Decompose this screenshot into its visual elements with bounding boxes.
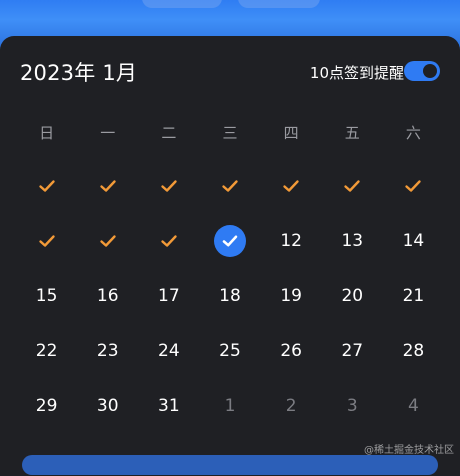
day-cell[interactable]: 20 (322, 268, 383, 323)
weekday-header: 日 一 二 三 四 五 六 (16, 122, 444, 142)
day-number: 29 (35, 395, 58, 416)
day-cell-checked[interactable] (16, 158, 77, 213)
day-number: 31 (158, 395, 180, 416)
day-cell[interactable]: 29 (16, 378, 77, 433)
reminder-toggle[interactable] (404, 61, 440, 81)
day-cell-checked[interactable] (16, 213, 77, 268)
day-cell-checked[interactable] (261, 158, 322, 213)
day-cell[interactable]: 18 (199, 268, 260, 323)
day-number: 20 (341, 285, 364, 306)
weekday-label: 三 (222, 124, 238, 142)
day-number: 28 (402, 340, 425, 361)
day-cell[interactable]: 23 (77, 323, 138, 378)
day-cell[interactable]: 24 (138, 323, 199, 378)
day-number: 2 (285, 395, 297, 416)
day-number: 24 (158, 340, 180, 361)
day-cell[interactable]: 15 (16, 268, 77, 323)
day-cell[interactable]: 31 (138, 378, 199, 433)
day-number: 22 (35, 340, 58, 361)
day-cell[interactable]: 25 (199, 323, 260, 378)
day-number: 26 (280, 340, 302, 361)
day-cell[interactable]: 28 (383, 323, 444, 378)
today-check-icon (213, 224, 246, 257)
day-number: 17 (158, 285, 180, 306)
checkmark-icon (100, 234, 116, 247)
toggle-knob (423, 64, 437, 78)
day-cell-checked[interactable] (77, 213, 138, 268)
day-cell[interactable]: 21 (383, 268, 444, 323)
checkmark-icon (344, 179, 360, 192)
top-button-right[interactable] (238, 0, 320, 8)
day-number: 13 (341, 230, 364, 251)
day-number: 19 (280, 285, 302, 306)
checkmark-icon (222, 179, 238, 192)
day-cell-next-month[interactable]: 1 (199, 378, 260, 433)
day-cell[interactable]: 13 (322, 213, 383, 268)
day-cell[interactable]: 26 (261, 323, 322, 378)
checkmark-icon (38, 179, 55, 192)
weekday-label: 日 (39, 124, 55, 142)
month-title: 2023年 1月 (20, 61, 138, 85)
day-cell[interactable]: 17 (138, 268, 199, 323)
day-number: 23 (96, 340, 119, 361)
day-cell-today[interactable] (199, 213, 260, 268)
day-number: 14 (402, 230, 425, 251)
day-cell[interactable]: 19 (261, 268, 322, 323)
reminder-label: 10点签到提醒 (309, 64, 404, 82)
day-number: 3 (346, 395, 358, 416)
day-number: 15 (35, 285, 58, 306)
day-number: 21 (402, 285, 425, 306)
checkmark-icon (283, 179, 299, 192)
day-cell[interactable]: 27 (322, 323, 383, 378)
day-cell-checked[interactable] (138, 213, 199, 268)
weekday-label: 四 (283, 124, 299, 142)
day-cell-next-month[interactable]: 4 (383, 378, 444, 433)
weekday-label: 一 (100, 124, 116, 142)
day-cell[interactable]: 12 (261, 213, 322, 268)
day-number: 4 (408, 395, 419, 416)
day-number: 30 (96, 395, 119, 416)
day-cell[interactable]: 14 (383, 213, 444, 268)
checkmark-icon (161, 179, 177, 192)
day-cell-checked[interactable] (199, 158, 260, 213)
day-grid: 12 13 14 15 16 17 18 19 20 21 22 23 24 25 26 27 28 29 30 31… (16, 158, 444, 433)
day-cell-next-month[interactable]: 2 (261, 378, 322, 433)
day-number: 18 (219, 285, 241, 306)
day-number: 27 (341, 340, 364, 361)
weekday-label: 二 (161, 124, 177, 142)
day-number: 25 (219, 340, 241, 361)
day-cell-next-month[interactable]: 3 (322, 378, 383, 433)
day-cell-checked[interactable] (77, 158, 138, 213)
day-number: 12 (280, 230, 302, 251)
day-cell-checked[interactable] (322, 158, 383, 213)
weekday-label: 六 (405, 124, 421, 142)
day-cell[interactable]: 30 (77, 378, 138, 433)
checkmark-icon (100, 179, 116, 192)
weekday-label: 五 (344, 124, 360, 142)
day-number: 16 (96, 285, 119, 306)
watermark: @稀土掘金技术社区 (364, 445, 454, 456)
day-cell-checked[interactable] (383, 158, 444, 213)
bottom-button[interactable] (22, 455, 438, 475)
checkmark-icon (38, 234, 55, 247)
checkmark-icon (405, 179, 422, 192)
day-number: 1 (224, 395, 236, 416)
top-button-left[interactable] (142, 0, 222, 8)
day-cell[interactable]: 22 (16, 323, 77, 378)
calendar-card: 2023年 1月 10点签到提醒 日 一 二 三 四 五 六 12 13 14 15 1… (0, 36, 460, 476)
day-cell-checked[interactable] (138, 158, 199, 213)
day-cell[interactable]: 16 (77, 268, 138, 323)
checkmark-icon (161, 234, 177, 247)
